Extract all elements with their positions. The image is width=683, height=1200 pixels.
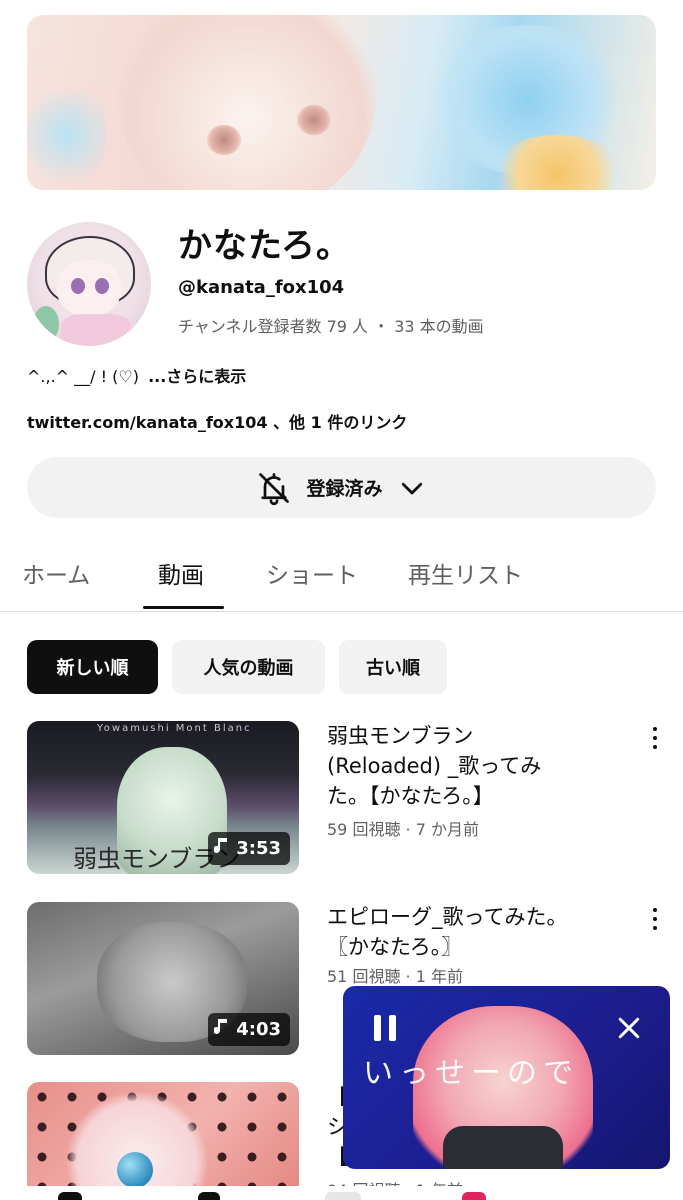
tab-home[interactable]: ホーム: [22, 556, 90, 590]
channel-tabs: ホーム 動画 ショート 再生リスト: [0, 552, 683, 612]
chip-popular[interactable]: 人気の動画: [172, 640, 325, 694]
video-meta: 59 回視聴 · 7 か月前: [327, 820, 479, 839]
tab-playlists[interactable]: 再生リスト: [408, 556, 523, 590]
bottom-navigation: [0, 1186, 683, 1200]
video-title[interactable]: 弱虫モンブラン (Reloaded) _歌ってみ た。【かなたろ。】: [327, 721, 627, 811]
video-thumbnail[interactable]: [27, 1082, 299, 1200]
tab-shorts[interactable]: ショート: [266, 556, 358, 590]
channel-stats: チャンネル登録者数 79 人 ・ 33 本の動画: [178, 317, 484, 336]
subscribed-label: 登録済み: [306, 478, 383, 500]
music-note-icon: [213, 836, 230, 861]
active-tab-indicator: [143, 606, 224, 609]
channel-description[interactable]: ^.,.^ __/ ! (♡) ...さらに表示: [27, 363, 246, 387]
music-note-icon: [213, 1017, 230, 1042]
pause-icon[interactable]: [365, 1008, 405, 1048]
channel-banner: [27, 15, 656, 190]
more-options-button[interactable]: [647, 906, 663, 932]
show-more-link[interactable]: ...さらに表示: [148, 367, 246, 386]
miniplayer-lyric: いっせーので: [363, 1056, 579, 1091]
tab-videos[interactable]: 動画: [158, 556, 204, 590]
description-text: ^.,.^ __/ ! (♡): [27, 367, 139, 386]
video-thumbnail[interactable]: Yowamushi Mont Blanc 弱虫モンブラン 3:53: [27, 721, 299, 874]
duration-text: 4:03: [236, 1019, 281, 1040]
channel-links[interactable]: twitter.com/kanata_fox104 、他 1 件のリンク: [27, 409, 407, 433]
channel-handle: @kanata_fox104: [178, 277, 345, 298]
channel-name: かなたろ。: [178, 226, 351, 266]
video-thumbnail[interactable]: 4:03: [27, 902, 299, 1055]
duration-badge: 4:03: [208, 1013, 290, 1046]
video-title[interactable]: エピローグ_歌ってみた。 〖かなたろ。〗: [327, 902, 627, 962]
video-meta: 51 回視聴 · 1 年前: [327, 967, 463, 986]
chip-newest[interactable]: 新しい順: [27, 640, 158, 694]
subscribed-button[interactable]: 登録済み: [27, 457, 656, 518]
close-icon[interactable]: [609, 1008, 649, 1048]
thumb-top-text: Yowamushi Mont Blanc: [97, 723, 252, 734]
duration-badge: 3:53: [208, 832, 290, 865]
video-item[interactable]: Yowamushi Mont Blanc 弱虫モンブラン 3:53 弱虫モンブラ…: [27, 721, 683, 876]
chevron-down-icon: [397, 473, 427, 503]
more-options-button[interactable]: [647, 725, 663, 751]
duration-text: 3:53: [236, 838, 281, 859]
channel-avatar[interactable]: [27, 222, 151, 346]
miniplayer[interactable]: いっせーので: [343, 986, 670, 1169]
bell-off-icon: [256, 470, 292, 506]
chip-oldest[interactable]: 古い順: [339, 640, 447, 694]
